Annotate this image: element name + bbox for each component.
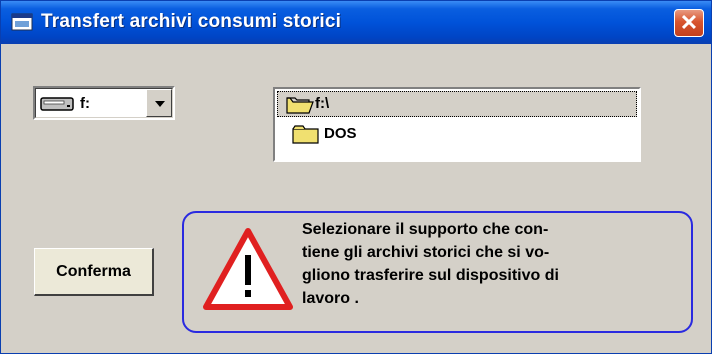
- app-window-icon: [11, 13, 33, 31]
- window-title: Transfert archivi consumi storici: [41, 11, 342, 32]
- directory-item-root[interactable]: f:\: [277, 91, 637, 117]
- title-bar[interactable]: Transfert archivi consumi storici ✕: [1, 1, 711, 44]
- confirm-button[interactable]: Conferma: [34, 248, 154, 296]
- close-icon: ✕: [679, 10, 699, 35]
- drive-dropdown-button[interactable]: [146, 89, 172, 117]
- drive-icon: [40, 97, 74, 111]
- chevron-down-icon: [155, 101, 165, 107]
- directory-item-dos[interactable]: DOS: [277, 121, 637, 147]
- dialog-window: Transfert archivi consumi storici ✕ f: f…: [0, 0, 712, 354]
- message-text: Selezionare il supporto che con- tiene g…: [302, 221, 559, 307]
- warning-icon: [203, 228, 293, 310]
- directory-item-dos-label: DOS: [324, 125, 357, 142]
- dialog-body: f: f:\ DOS Conferma Selezionare il suppo…: [1, 44, 711, 353]
- drive-selector-field[interactable]: f:: [35, 88, 173, 118]
- directory-list[interactable]: f:\ DOS: [273, 87, 641, 162]
- open-folder-icon: [286, 97, 314, 114]
- directory-item-root-label: f:\: [315, 95, 330, 112]
- drive-value: f:: [80, 95, 90, 112]
- close-button[interactable]: ✕: [674, 9, 704, 37]
- drive-selector[interactable]: f:: [33, 86, 175, 120]
- message-panel: Selezionare il supporto che con- tiene g…: [182, 211, 693, 333]
- folder-icon: [292, 125, 319, 144]
